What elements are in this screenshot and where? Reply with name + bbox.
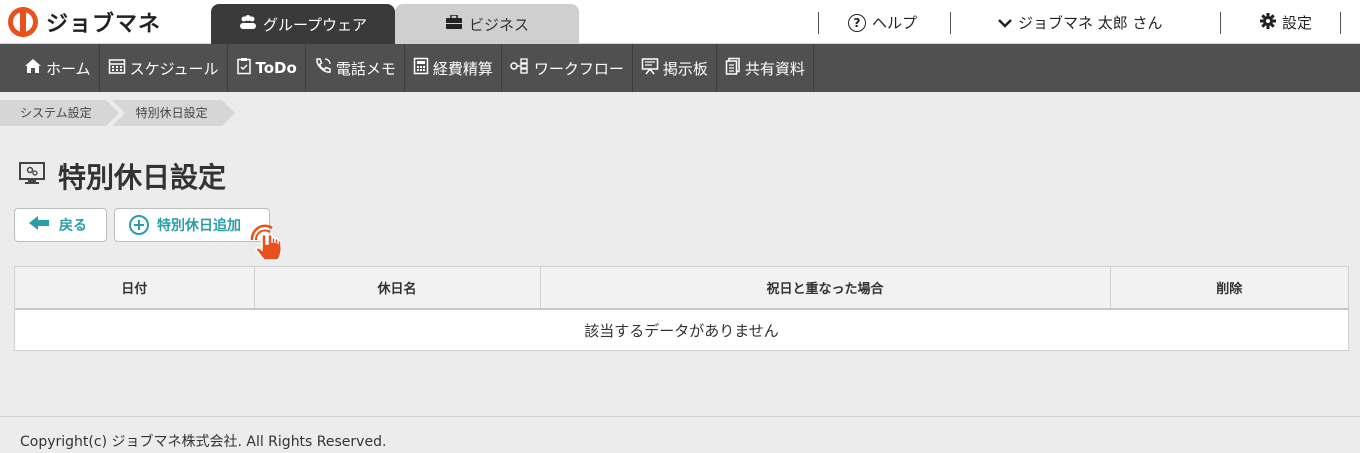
- column-overlap-rule[interactable]: 祝日と重なった場合: [540, 267, 1111, 310]
- holiday-table: 日付 休日名 祝日と重なった場合 削除 該当するデータがありません: [14, 266, 1349, 351]
- back-arrow-icon: [29, 215, 51, 235]
- board-icon: [641, 57, 659, 79]
- workflow-icon: [510, 58, 530, 78]
- tab-business-label: ビジネス: [468, 15, 529, 34]
- logo-icon: [8, 7, 38, 37]
- phone-icon: [314, 57, 332, 79]
- footer: Copyright(c) ジョブマネ株式会社. All Rights Reser…: [0, 416, 1360, 453]
- nav-shared-docs[interactable]: 共有資料: [717, 44, 814, 92]
- users-icon: [239, 15, 257, 33]
- nav-board-label: 掲示板: [662, 59, 708, 78]
- nav-schedule[interactable]: スケジュール: [100, 44, 228, 92]
- calculator-icon: [413, 57, 429, 79]
- breadcrumb-system-settings[interactable]: システム設定: [0, 100, 125, 126]
- tab-groupware-label: グループウェア: [262, 15, 368, 34]
- top-header: ジョブマネ グループウェア ビジネス ? ヘルプ ジョブマネ 太郎 さん 設定: [0, 0, 1360, 44]
- settings-link[interactable]: 設定: [1260, 12, 1312, 33]
- page-title: 特別休日設定: [58, 161, 227, 194]
- nav-home[interactable]: ホーム: [16, 44, 100, 92]
- tab-business[interactable]: ビジネス: [395, 4, 579, 44]
- nav-phone-memo-label: 電話メモ: [335, 59, 396, 78]
- plus-circle-icon: [129, 215, 149, 235]
- home-icon: [24, 58, 42, 78]
- column-holiday-name[interactable]: 休日名: [254, 267, 541, 310]
- column-date[interactable]: 日付: [15, 267, 255, 310]
- add-button-label: 特別休日追加: [157, 218, 241, 234]
- breadcrumb-special-holiday: 特別休日設定: [111, 100, 235, 126]
- nav-home-label: ホーム: [46, 59, 91, 78]
- nav-workflow-label: ワークフロー: [533, 59, 624, 78]
- chevron-down-icon: [998, 14, 1012, 32]
- empty-message: 該当するデータがありません: [584, 321, 779, 340]
- header-divider: [1340, 12, 1341, 34]
- back-button-label: 戻る: [59, 218, 87, 234]
- header-divider: [1220, 12, 1221, 34]
- logo-text: ジョブマネ: [46, 12, 162, 37]
- user-name: ジョブマネ 太郎 さん: [1018, 14, 1163, 32]
- app-logo[interactable]: ジョブマネ: [8, 6, 161, 38]
- header-divider: [818, 12, 819, 34]
- back-button[interactable]: 戻る: [14, 208, 107, 242]
- nav-expenses[interactable]: 経費精算: [405, 44, 502, 92]
- nav-expenses-label: 経費精算: [432, 59, 493, 78]
- nav-shared-docs-label: 共有資料: [744, 59, 805, 78]
- settings-label: 設定: [1282, 14, 1313, 32]
- clipboard-icon: [236, 57, 252, 79]
- tab-groupware[interactable]: グループウェア: [211, 4, 395, 44]
- nav-schedule-label: スケジュール: [129, 59, 219, 78]
- nav-todo-label: ToDo: [255, 59, 297, 77]
- copyright-text: Copyright(c) ジョブマネ株式会社. All Rights Reser…: [20, 434, 387, 450]
- breadcrumb: システム設定 特別休日設定: [0, 100, 235, 126]
- nav-todo[interactable]: ToDo: [228, 44, 306, 92]
- header-divider: [950, 12, 951, 34]
- nav-board[interactable]: 掲示板: [633, 44, 717, 92]
- page-header: 特別休日設定: [18, 156, 226, 196]
- table-row: 該当するデータがありません: [15, 309, 1348, 350]
- calendar-icon: [108, 57, 126, 79]
- user-menu[interactable]: ジョブマネ 太郎 さん: [998, 12, 1163, 33]
- gear-icon: [1260, 12, 1276, 33]
- briefcase-icon: [445, 14, 463, 33]
- help-link[interactable]: ? ヘルプ: [848, 12, 917, 33]
- help-icon: ?: [848, 13, 866, 32]
- tap-cursor-icon: [246, 222, 290, 266]
- help-label: ヘルプ: [872, 14, 918, 32]
- column-delete: 削除: [1110, 267, 1348, 310]
- main-nav: ホーム スケジュール ToDo 電話メモ 経費精算 ワークフロー 掲示板 共有資…: [0, 44, 1360, 92]
- monitor-settings-icon: [18, 161, 46, 191]
- documents-icon: [725, 57, 741, 79]
- table-header-row: 日付 休日名 祝日と重なった場合 削除: [15, 267, 1348, 310]
- nav-workflow[interactable]: ワークフロー: [502, 44, 633, 92]
- nav-phone-memo[interactable]: 電話メモ: [306, 44, 405, 92]
